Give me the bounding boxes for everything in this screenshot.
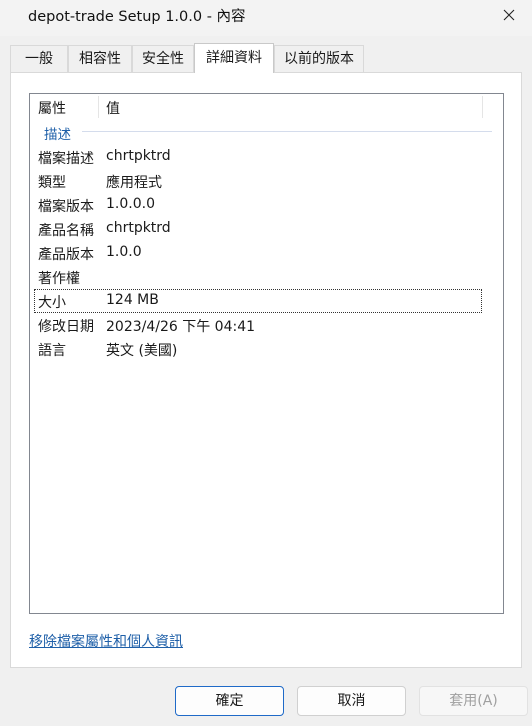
property-row[interactable]: 檔案描述 chrtpktrd [30, 145, 503, 169]
details-panel: 屬性 值 描述 檔案描述 chrtpktrd 類型 應用程式 檔案版本 1.0.… [10, 72, 522, 668]
close-button[interactable] [486, 0, 532, 30]
tab-strip: 一般 相容性 安全性 詳細資料 以前的版本 [10, 43, 522, 73]
column-header-property[interactable]: 屬性 [38, 98, 66, 118]
apply-button[interactable]: 套用(A) [419, 686, 528, 716]
list-header: 屬性 值 [30, 94, 503, 120]
property-row[interactable]: 產品版本 1.0.0 [30, 241, 503, 265]
window-title: depot-trade Setup 1.0.0 - 內容 [28, 9, 246, 25]
group-header: 描述 [44, 127, 71, 143]
remove-properties-link[interactable]: 移除檔案屬性和個人資訊 [29, 631, 183, 651]
tab-security[interactable]: 安全性 [132, 45, 194, 72]
property-value: 124 MB [106, 292, 159, 308]
tab-details[interactable]: 詳細資料 [194, 43, 274, 73]
property-value: 英文 (美國) [106, 343, 178, 359]
column-separator[interactable] [98, 96, 99, 118]
close-icon [503, 9, 515, 21]
ok-button[interactable]: 確定 [175, 686, 284, 716]
property-name: 著作權 [38, 271, 80, 287]
property-name: 檔案版本 [38, 199, 94, 215]
cancel-button[interactable]: 取消 [297, 686, 406, 716]
column-separator[interactable] [482, 96, 483, 118]
property-row[interactable]: 檔案版本 1.0.0.0 [30, 193, 503, 217]
properties-list[interactable]: 屬性 值 描述 檔案描述 chrtpktrd 類型 應用程式 檔案版本 1.0.… [29, 93, 504, 614]
property-row-selected[interactable]: 大小 124 MB [34, 289, 482, 313]
tab-compatibility[interactable]: 相容性 [68, 45, 132, 72]
property-row[interactable]: 產品名稱 chrtpktrd [30, 217, 503, 241]
property-value: 應用程式 [106, 175, 162, 191]
property-value: 2023/4/26 下午 04:41 [106, 319, 256, 335]
property-name: 大小 [38, 295, 66, 311]
title-bar: depot-trade Setup 1.0.0 - 內容 [0, 0, 532, 36]
property-value: chrtpktrd [106, 220, 171, 236]
property-name: 語言 [38, 343, 66, 359]
property-value: 1.0.0.0 [106, 196, 155, 212]
property-name: 產品名稱 [38, 223, 94, 239]
property-value: chrtpktrd [106, 148, 171, 164]
property-row[interactable]: 著作權 [30, 265, 503, 289]
property-name: 產品版本 [38, 247, 94, 263]
column-header-value[interactable]: 值 [106, 98, 120, 118]
group-divider [82, 131, 492, 132]
property-row[interactable]: 類型 應用程式 [30, 169, 503, 193]
tab-general[interactable]: 一般 [10, 45, 68, 72]
property-value: 1.0.0 [106, 244, 142, 260]
property-name: 檔案描述 [38, 151, 94, 167]
tab-previous-versions[interactable]: 以前的版本 [274, 45, 364, 72]
property-name: 修改日期 [38, 319, 94, 335]
property-name: 類型 [38, 175, 66, 191]
property-row[interactable]: 修改日期 2023/4/26 下午 04:41 [30, 313, 503, 337]
property-row[interactable]: 語言 英文 (美國) [30, 337, 503, 361]
